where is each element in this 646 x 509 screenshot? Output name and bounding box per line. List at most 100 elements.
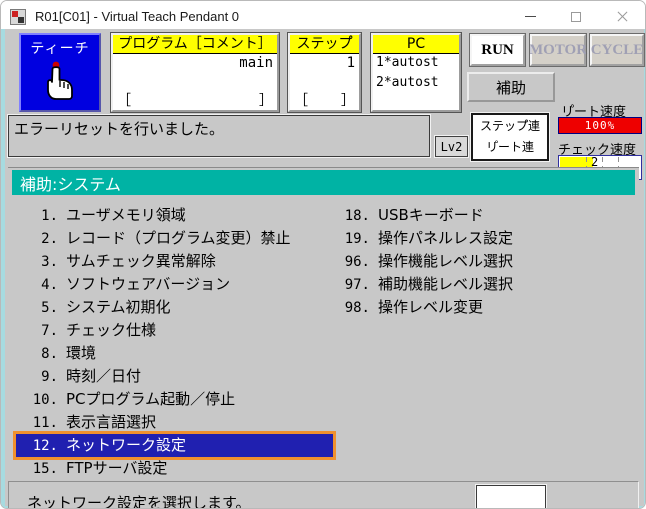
pc-header: PC	[373, 35, 459, 54]
menu-item-label: チェック仕様	[66, 321, 157, 339]
menu-item-number: 4.	[41, 277, 58, 293]
cycle-mode-button[interactable]: ステップ゚連 リ゚ート連	[470, 112, 550, 162]
close-icon	[616, 11, 628, 23]
menu-item-number: 18.	[344, 208, 370, 224]
step-header: ステップ゚	[290, 35, 359, 54]
step-bracket-right: ］	[341, 93, 355, 109]
menu-item-number: 5.	[41, 300, 58, 316]
menu-item-number: 15.	[32, 461, 58, 477]
virtual-teach-pendant-window: R01[C01] - Virtual Teach Pendant 0 ティーチ	[0, 0, 646, 509]
menu-item-9[interactable]: 9. 時刻／日付	[16, 365, 336, 388]
cycle-mode-line-2: リ゚ート連	[485, 140, 534, 154]
menu-item-label: レコード（プログラム変更）禁止	[66, 229, 291, 247]
program-bracket-right: ］	[259, 93, 273, 109]
menu-item-label: ユーザメモリ領域	[66, 206, 186, 224]
app-icon	[10, 8, 26, 25]
message-row: エラーリセットを行いました。 Lv2 ステップ゚連 リ゚ート連	[5, 112, 644, 164]
level-indicator: Lv2	[434, 135, 469, 158]
menu-item-3[interactable]: 3. サムチェック異常解除	[16, 250, 336, 273]
bottom-status-text: ネットワーク設定を選択します。	[27, 494, 251, 509]
menu-item-number: 8.	[41, 346, 58, 362]
window-title: R01[C01] - Virtual Teach Pendant 0	[35, 9, 240, 24]
menu-item-label: 操作パネルレス設定	[378, 229, 514, 247]
pendant-body: ティーチ プログラム［コメント］ main ［ ］ ステップ゚ 1 ［ ］ PC…	[1, 29, 645, 509]
motor-lamp[interactable]: MOTOR	[529, 33, 587, 67]
window-controls	[507, 1, 645, 32]
menu-item-label: USBキーボード	[378, 206, 484, 224]
menu-item-label: 時刻／日付	[66, 367, 142, 385]
menu-item-label: PCプログラム起動／停止	[66, 390, 236, 408]
step-bracket-left: ［	[294, 93, 308, 109]
bottom-input-field[interactable]	[475, 484, 547, 508]
step-body: 1 ［ ］	[290, 54, 359, 110]
menu-item-label: 操作レベル変更	[378, 298, 484, 316]
hand-pointer-icon	[43, 60, 77, 100]
cycle-lamp[interactable]: CYCLE	[589, 33, 645, 67]
panel-header: 補助:システム	[12, 170, 635, 195]
menu-item-label: FTPサーバ設定	[66, 459, 168, 477]
menu-item-label: ソフトウェアバージョン	[66, 275, 231, 293]
menu-item-number: 1.	[41, 208, 58, 224]
program-value: main	[239, 55, 273, 71]
bottom-status-bar: ネットワーク設定を選択します。	[8, 481, 639, 509]
pendant-toolbar: ティーチ プログラム［コメント］ main ［ ］ ステップ゚ 1 ［ ］ PC…	[5, 29, 645, 181]
menu-item-number: 12.	[32, 438, 58, 454]
cycle-mode-line-1: ステップ゚連	[479, 119, 540, 133]
error-message-text: エラーリセットを行いました。	[14, 120, 225, 138]
menu-item-number: 98.	[344, 300, 370, 316]
pc-display-box[interactable]: PC 1*autost 2*autost	[370, 32, 462, 113]
menu-item-1[interactable]: 1. ユーザメモリ領域	[16, 204, 336, 227]
menu-item-11[interactable]: 11. 表示言語選択	[16, 411, 336, 434]
menu-item-4[interactable]: 4. ソフトウェアバージョン	[16, 273, 336, 296]
menu-item-7[interactable]: 7. チェック仕様	[16, 319, 336, 342]
menu-item-18[interactable]: 18. USBキーボード	[328, 204, 628, 227]
maximize-icon	[571, 11, 581, 22]
menu-item-19[interactable]: 19. 操作パネルレス設定	[328, 227, 628, 250]
window-titlebar: R01[C01] - Virtual Teach Pendant 0	[1, 1, 645, 32]
menu-item-number: 9.	[41, 369, 58, 385]
menu-item-number: 19.	[344, 231, 370, 247]
pc-body: 1*autost 2*autost	[373, 54, 459, 110]
menu-item-number: 2.	[41, 231, 58, 247]
menu-item-number: 96.	[344, 254, 370, 270]
program-display-box[interactable]: プログラム［コメント］ main ［ ］	[110, 32, 280, 113]
menu-item-number: 7.	[41, 323, 58, 339]
menu-item-label: ネットワーク設定	[66, 436, 187, 454]
teach-mode-button[interactable]: ティーチ	[19, 33, 101, 112]
menu-item-97[interactable]: 97. 補助機能レベル選択	[328, 273, 628, 296]
aux-button[interactable]: 補助	[467, 72, 555, 102]
menu-item-number: 10.	[32, 392, 58, 408]
menu-item-label: 表示言語選択	[66, 413, 157, 431]
pc-line-2: 2*autost	[376, 75, 439, 90]
main-panel: 補助:システム 1. ユーザメモリ領域 2. レコード（プログラム変更）禁止 3. サムチ…	[8, 167, 639, 477]
menu-item-label: システム初期化	[66, 298, 171, 316]
run-lamp[interactable]: RUN	[469, 33, 526, 67]
menu-item-label: 操作機能レベル選択	[378, 252, 514, 270]
menu-item-label: 環境	[66, 344, 97, 362]
menu-item-98[interactable]: 98. 操作レベル変更	[328, 296, 628, 319]
pc-line-1: 1*autost	[376, 55, 439, 70]
menu-item-12[interactable]: 12. ネットワーク設定	[13, 431, 336, 460]
menu-column-left: 1. ユーザメモリ領域 2. レコード（プログラム変更）禁止 3. サムチェック異常解除 4…	[13, 204, 336, 480]
menu-item-10[interactable]: 10. PCプログラム起動／停止	[16, 388, 336, 411]
menu-item-8[interactable]: 8. 環境	[16, 342, 336, 365]
menu-item-2[interactable]: 2. レコード（プログラム変更）禁止	[16, 227, 336, 250]
menu-item-15[interactable]: 15. FTPサーバ設定	[16, 457, 336, 480]
error-message-box: エラーリセットを行いました。	[7, 114, 431, 158]
menu-item-label: 補助機能レベル選択	[378, 275, 514, 293]
menu-item-96[interactable]: 96. 操作機能レベル選択	[328, 250, 628, 273]
maximize-button[interactable]	[553, 1, 599, 32]
teach-button-label: ティーチ	[30, 41, 90, 57]
step-display-box[interactable]: ステップ゚ 1 ［ ］	[287, 32, 362, 113]
menu-item-label: サムチェック異常解除	[66, 252, 216, 270]
menu-item-5[interactable]: 5. システム初期化	[16, 296, 336, 319]
minimize-icon	[524, 16, 536, 17]
program-bracket-left: ［	[117, 93, 131, 109]
program-header: プログラム［コメント］	[113, 35, 277, 54]
menu-column-right: 18. USBキーボード 19. 操作パネルレス設定 96. 操作機能レベル選択 97. 補助…	[328, 204, 628, 319]
minimize-button[interactable]	[507, 1, 553, 32]
program-body: main ［ ］	[113, 54, 277, 110]
menu-item-number: 97.	[344, 277, 370, 293]
close-button[interactable]	[599, 1, 645, 32]
step-value: 1	[346, 55, 355, 71]
